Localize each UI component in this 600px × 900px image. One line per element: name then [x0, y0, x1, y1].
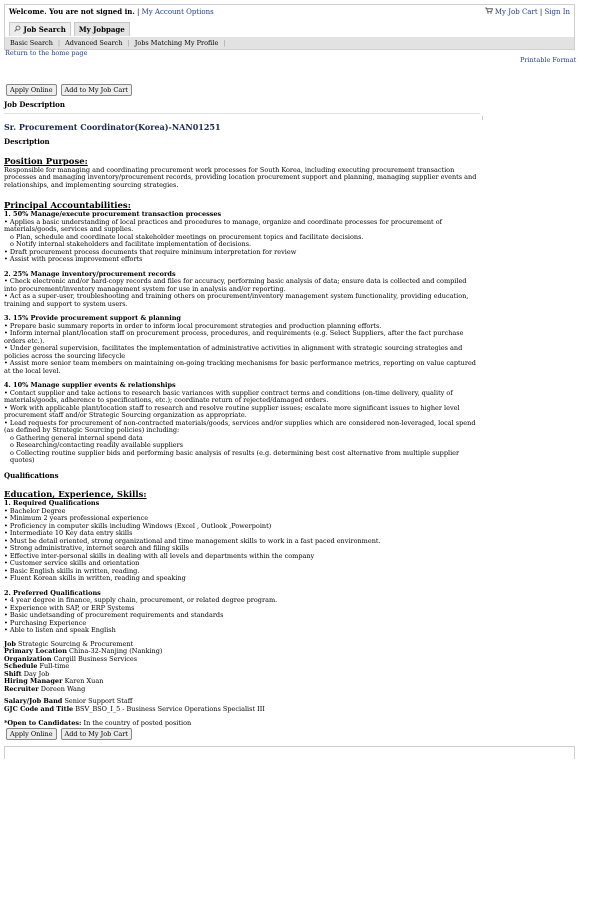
tab-my-jobpage[interactable]: My Jobpage [73, 22, 130, 36]
job-description-label: Job Description [4, 100, 65, 109]
list-item: • Inform internal plant/location staff o… [4, 329, 464, 345]
description-label: Description [4, 137, 50, 146]
subnav-separator: | [223, 39, 226, 47]
jobs-matching-profile-link[interactable]: Jobs Matching My Profile [130, 39, 224, 47]
return-home-link[interactable]: Return to the home page [5, 49, 87, 57]
section-4: 4. 10% Manage supplier events & relation… [4, 381, 480, 465]
position-purpose-heading: Position Purpose: [4, 156, 88, 167]
list-item: o Collecting routine supplier bids and p… [10, 448, 460, 464]
list-item: • Act as a super-user, troubleshooting a… [4, 292, 469, 308]
candidates-label: *Open to Candidates: [4, 719, 82, 727]
basic-search-link[interactable]: Basic Search [5, 39, 58, 47]
meta-value: BSV_BSO_I_5 - Business Service Operation… [75, 704, 265, 713]
meta-row: *Open to Candidates: In the country of p… [4, 719, 480, 728]
advanced-search-link[interactable]: Advanced Search [60, 39, 127, 47]
list-item: • Contact supplier and take actions to r… [4, 388, 453, 404]
sub-navigation: Basic Search | Advanced Search | Jobs Ma… [5, 37, 574, 49]
preferred-list: • 4 year degree in finance, supply chain… [4, 596, 480, 635]
tab-bar: Job Search My Jobpage [9, 22, 130, 36]
list-item: • Applies a basic understanding of local… [4, 217, 443, 233]
apply-online-button[interactable]: Apply Online [6, 728, 57, 740]
position-purpose-text: Responsible for managing and coordinatin… [4, 165, 477, 189]
meta-label: Recruiter [4, 684, 39, 693]
list-item: • Assist with process improvement effort… [4, 255, 143, 263]
list-item: • Under general supervision, facilitates… [4, 344, 463, 360]
list-item: • Lead requests for procurement of non-c… [4, 418, 476, 434]
list-item: • Work with applicable plant/location st… [4, 403, 460, 419]
candidates-value: In the country of posted position [83, 719, 192, 727]
meta-row: Schedule Full-time [4, 662, 480, 671]
job-content: Job Description Sr. Procurement Coordina… [4, 101, 480, 728]
cart-icon [484, 7, 495, 16]
list-item: • Check electronic and/or hard-copy reco… [4, 277, 467, 293]
list-item: • Assist more senior team members on mai… [4, 359, 476, 375]
tab-label: My Jobpage [78, 25, 125, 34]
tab-label: Job Search [23, 25, 66, 34]
welcome-text: Welcome. You are not signed in. [9, 7, 135, 16]
meta-label: GJC Code and Title [4, 704, 74, 713]
meta-row: Organization Cargill Business Services [4, 655, 480, 664]
my-job-cart-link[interactable]: My Job Cart [495, 8, 538, 16]
welcome-bar: Welcome. You are not signed in. | My Acc… [9, 7, 214, 16]
add-to-job-cart-button[interactable]: Add to My Job Cart [60, 84, 132, 96]
divider [482, 116, 483, 120]
job-meta: Job Strategic Sourcing & Procurement Pri… [4, 640, 480, 728]
top-right-links: My Job Cart | Sign In [484, 7, 570, 16]
required-title: 1. Required Qualifications [4, 499, 100, 507]
tab-job-search[interactable]: Job Search [9, 22, 71, 36]
meta-row: Recruiter Doreen Wang [4, 684, 480, 694]
required-list: • Bachelor Degree • Minimum 2 years prof… [4, 507, 480, 583]
qualifications-label: Qualifications [4, 470, 59, 480]
pipe-separator: | [539, 8, 543, 16]
section-1: 1. 50% Manage/execute procurement transa… [4, 210, 480, 264]
list-item: • Able to listen and speak English [4, 626, 116, 634]
account-options-link[interactable]: My Account Options [142, 8, 214, 16]
top-button-row: Apply Online Add to My Job Cart [6, 84, 132, 96]
printable-format-link[interactable]: Printable Format [520, 56, 576, 64]
divider [4, 112, 480, 114]
apply-online-button[interactable]: Apply Online [6, 84, 57, 96]
add-to-job-cart-button[interactable]: Add to My Job Cart [60, 728, 132, 740]
sign-in-link[interactable]: Sign In [544, 8, 570, 16]
header-frame: Welcome. You are not signed in. | My Acc… [4, 4, 575, 50]
job-title: Sr. Procurement Coordinator(Korea)-NAN01… [4, 121, 221, 132]
separator: | [137, 8, 140, 16]
bottom-button-row: Apply Online Add to My Job Cart [6, 728, 132, 740]
section-3: 3. 15% Provide procurement support & pla… [4, 314, 480, 375]
section-2: 2. 25% Manage inventory/procurement reco… [4, 270, 480, 309]
list-item: • Fluent Korean skills in written, readi… [4, 574, 186, 582]
meta-row: GJC Code and Title BSV_BSO_I_5 - Busines… [4, 704, 480, 714]
footer-frame [4, 746, 575, 759]
meta-value: Doreen Wang [40, 684, 86, 693]
